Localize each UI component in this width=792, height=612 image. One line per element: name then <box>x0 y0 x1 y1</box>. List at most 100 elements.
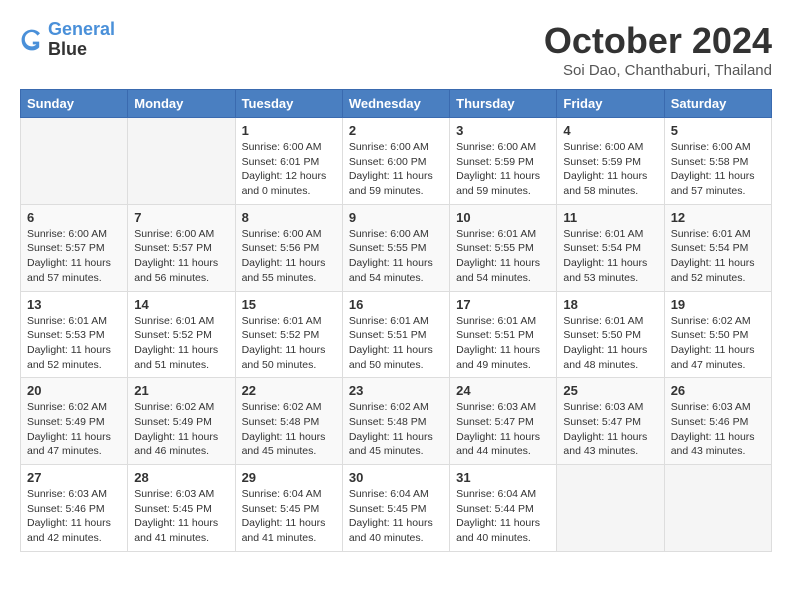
day-number: 16 <box>349 297 443 312</box>
day-info: Sunrise: 6:01 AM Sunset: 5:51 PM Dayligh… <box>456 314 550 373</box>
calendar-cell: 25 Sunrise: 6:03 AM Sunset: 5:47 PM Dayli… <box>557 378 664 465</box>
weekday-header-friday: Friday <box>557 90 664 118</box>
day-number: 4 <box>563 123 657 138</box>
day-number: 20 <box>27 383 121 398</box>
day-info: Sunrise: 6:04 AM Sunset: 5:45 PM Dayligh… <box>349 487 443 546</box>
calendar-cell <box>557 465 664 552</box>
day-number: 28 <box>134 470 228 485</box>
day-info: Sunrise: 6:00 AM Sunset: 5:56 PM Dayligh… <box>242 227 336 286</box>
week-row-4: 20 Sunrise: 6:02 AM Sunset: 5:49 PM Dayli… <box>21 378 772 465</box>
weekday-header-saturday: Saturday <box>664 90 771 118</box>
day-number: 23 <box>349 383 443 398</box>
day-info: Sunrise: 6:00 AM Sunset: 5:59 PM Dayligh… <box>456 140 550 199</box>
day-info: Sunrise: 6:02 AM Sunset: 5:48 PM Dayligh… <box>349 400 443 459</box>
calendar-cell: 14 Sunrise: 6:01 AM Sunset: 5:52 PM Dayli… <box>128 291 235 378</box>
day-number: 26 <box>671 383 765 398</box>
day-info: Sunrise: 6:01 AM Sunset: 5:55 PM Dayligh… <box>456 227 550 286</box>
day-number: 14 <box>134 297 228 312</box>
day-info: Sunrise: 6:00 AM Sunset: 5:55 PM Dayligh… <box>349 227 443 286</box>
week-row-2: 6 Sunrise: 6:00 AM Sunset: 5:57 PM Daylig… <box>21 204 772 291</box>
day-number: 11 <box>563 210 657 225</box>
calendar-cell: 19Sunrise: 6:02 AM Sunset: 5:50 PM Dayli… <box>664 291 771 378</box>
day-number: 6 <box>27 210 121 225</box>
day-info: Sunrise: 6:01 AM Sunset: 5:52 PM Dayligh… <box>134 314 228 373</box>
calendar-cell: 22 Sunrise: 6:02 AM Sunset: 5:48 PM Dayli… <box>235 378 342 465</box>
calendar-cell <box>21 118 128 205</box>
weekday-header-sunday: Sunday <box>21 90 128 118</box>
day-number: 2 <box>349 123 443 138</box>
day-info: Sunrise: 6:00 AM Sunset: 5:58 PM Dayligh… <box>671 140 765 199</box>
calendar-cell: 4Sunrise: 6:00 AM Sunset: 5:59 PM Daylig… <box>557 118 664 205</box>
calendar-cell: 16 Sunrise: 6:01 AM Sunset: 5:51 PM Dayli… <box>342 291 449 378</box>
calendar-cell: 3 Sunrise: 6:00 AM Sunset: 5:59 PM Daylig… <box>450 118 557 205</box>
calendar-cell: 20 Sunrise: 6:02 AM Sunset: 5:49 PM Dayli… <box>21 378 128 465</box>
day-info: Sunrise: 6:02 AM Sunset: 5:49 PM Dayligh… <box>27 400 121 459</box>
calendar-cell: 17 Sunrise: 6:01 AM Sunset: 5:51 PM Dayli… <box>450 291 557 378</box>
calendar-cell: 30 Sunrise: 6:04 AM Sunset: 5:45 PM Dayli… <box>342 465 449 552</box>
calendar-cell: 29 Sunrise: 6:04 AM Sunset: 5:45 PM Dayli… <box>235 465 342 552</box>
day-number: 13 <box>27 297 121 312</box>
weekday-header-thursday: Thursday <box>450 90 557 118</box>
day-info: Sunrise: 6:01 AM Sunset: 5:54 PM Dayligh… <box>563 227 657 286</box>
day-number: 17 <box>456 297 550 312</box>
logo-text: General Blue <box>48 20 115 60</box>
day-info: Sunrise: 6:03 AM Sunset: 5:47 PM Dayligh… <box>563 400 657 459</box>
calendar-cell: 11 Sunrise: 6:01 AM Sunset: 5:54 PM Dayli… <box>557 204 664 291</box>
day-info: Sunrise: 6:02 AM Sunset: 5:49 PM Dayligh… <box>134 400 228 459</box>
day-number: 19 <box>671 297 765 312</box>
day-number: 18 <box>563 297 657 312</box>
day-number: 3 <box>456 123 550 138</box>
calendar-table: SundayMondayTuesdayWednesdayThursdayFrid… <box>20 89 772 552</box>
calendar-cell: 28 Sunrise: 6:03 AM Sunset: 5:45 PM Dayli… <box>128 465 235 552</box>
day-info: Sunrise: 6:03 AM Sunset: 5:46 PM Dayligh… <box>27 487 121 546</box>
calendar-cell <box>664 465 771 552</box>
weekday-header-tuesday: Tuesday <box>235 90 342 118</box>
day-number: 10 <box>456 210 550 225</box>
day-info: Sunrise: 6:04 AM Sunset: 5:45 PM Dayligh… <box>242 487 336 546</box>
day-info: Sunrise: 6:01 AM Sunset: 5:53 PM Dayligh… <box>27 314 121 373</box>
day-info: Sunrise: 6:00 AM Sunset: 5:57 PM Dayligh… <box>27 227 121 286</box>
month-title: October 2024 <box>544 20 772 62</box>
calendar-cell: 5 Sunrise: 6:00 AM Sunset: 5:58 PM Daylig… <box>664 118 771 205</box>
calendar-cell: 21Sunrise: 6:02 AM Sunset: 5:49 PM Dayli… <box>128 378 235 465</box>
day-info: Sunrise: 6:00 AM Sunset: 6:00 PM Dayligh… <box>349 140 443 199</box>
day-number: 29 <box>242 470 336 485</box>
day-number: 31 <box>456 470 550 485</box>
day-info: Sunrise: 6:04 AM Sunset: 5:44 PM Dayligh… <box>456 487 550 546</box>
calendar-cell: 18Sunrise: 6:01 AM Sunset: 5:50 PM Dayli… <box>557 291 664 378</box>
calendar-cell: 27Sunrise: 6:03 AM Sunset: 5:46 PM Dayli… <box>21 465 128 552</box>
calendar-cell: 31 Sunrise: 6:04 AM Sunset: 5:44 PM Dayli… <box>450 465 557 552</box>
day-info: Sunrise: 6:02 AM Sunset: 5:48 PM Dayligh… <box>242 400 336 459</box>
day-number: 12 <box>671 210 765 225</box>
calendar-cell: 12 Sunrise: 6:01 AM Sunset: 5:54 PM Dayli… <box>664 204 771 291</box>
title-block: October 2024 Soi Dao, Chanthaburi, Thail… <box>544 20 772 79</box>
calendar-cell <box>128 118 235 205</box>
day-info: Sunrise: 6:00 AM Sunset: 5:57 PM Dayligh… <box>134 227 228 286</box>
day-number: 15 <box>242 297 336 312</box>
page-header: General Blue October 2024 Soi Dao, Chant… <box>20 20 772 79</box>
calendar-cell: 23 Sunrise: 6:02 AM Sunset: 5:48 PM Dayli… <box>342 378 449 465</box>
day-number: 5 <box>671 123 765 138</box>
day-number: 9 <box>349 210 443 225</box>
calendar-cell: 15 Sunrise: 6:01 AM Sunset: 5:52 PM Dayli… <box>235 291 342 378</box>
day-number: 22 <box>242 383 336 398</box>
calendar-cell: 6 Sunrise: 6:00 AM Sunset: 5:57 PM Daylig… <box>21 204 128 291</box>
day-number: 1 <box>242 123 336 138</box>
day-number: 7 <box>134 210 228 225</box>
day-info: Sunrise: 6:03 AM Sunset: 5:45 PM Dayligh… <box>134 487 228 546</box>
location-title: Soi Dao, Chanthaburi, Thailand <box>544 62 772 79</box>
day-info: Sunrise: 6:01 AM Sunset: 5:54 PM Dayligh… <box>671 227 765 286</box>
day-info: Sunrise: 6:01 AM Sunset: 5:51 PM Dayligh… <box>349 314 443 373</box>
day-info: Sunrise: 6:00 AM Sunset: 6:01 PM Dayligh… <box>242 140 336 199</box>
calendar-cell: 2 Sunrise: 6:00 AM Sunset: 6:00 PM Daylig… <box>342 118 449 205</box>
day-number: 30 <box>349 470 443 485</box>
weekday-header-wednesday: Wednesday <box>342 90 449 118</box>
day-info: Sunrise: 6:01 AM Sunset: 5:52 PM Dayligh… <box>242 314 336 373</box>
calendar-cell: 13 Sunrise: 6:01 AM Sunset: 5:53 PM Dayli… <box>21 291 128 378</box>
calendar-cell: 10 Sunrise: 6:01 AM Sunset: 5:55 PM Dayli… <box>450 204 557 291</box>
logo: General Blue <box>20 20 115 60</box>
day-number: 8 <box>242 210 336 225</box>
logo-icon <box>20 28 44 52</box>
day-number: 25 <box>563 383 657 398</box>
calendar-cell: 24Sunrise: 6:03 AM Sunset: 5:47 PM Dayli… <box>450 378 557 465</box>
